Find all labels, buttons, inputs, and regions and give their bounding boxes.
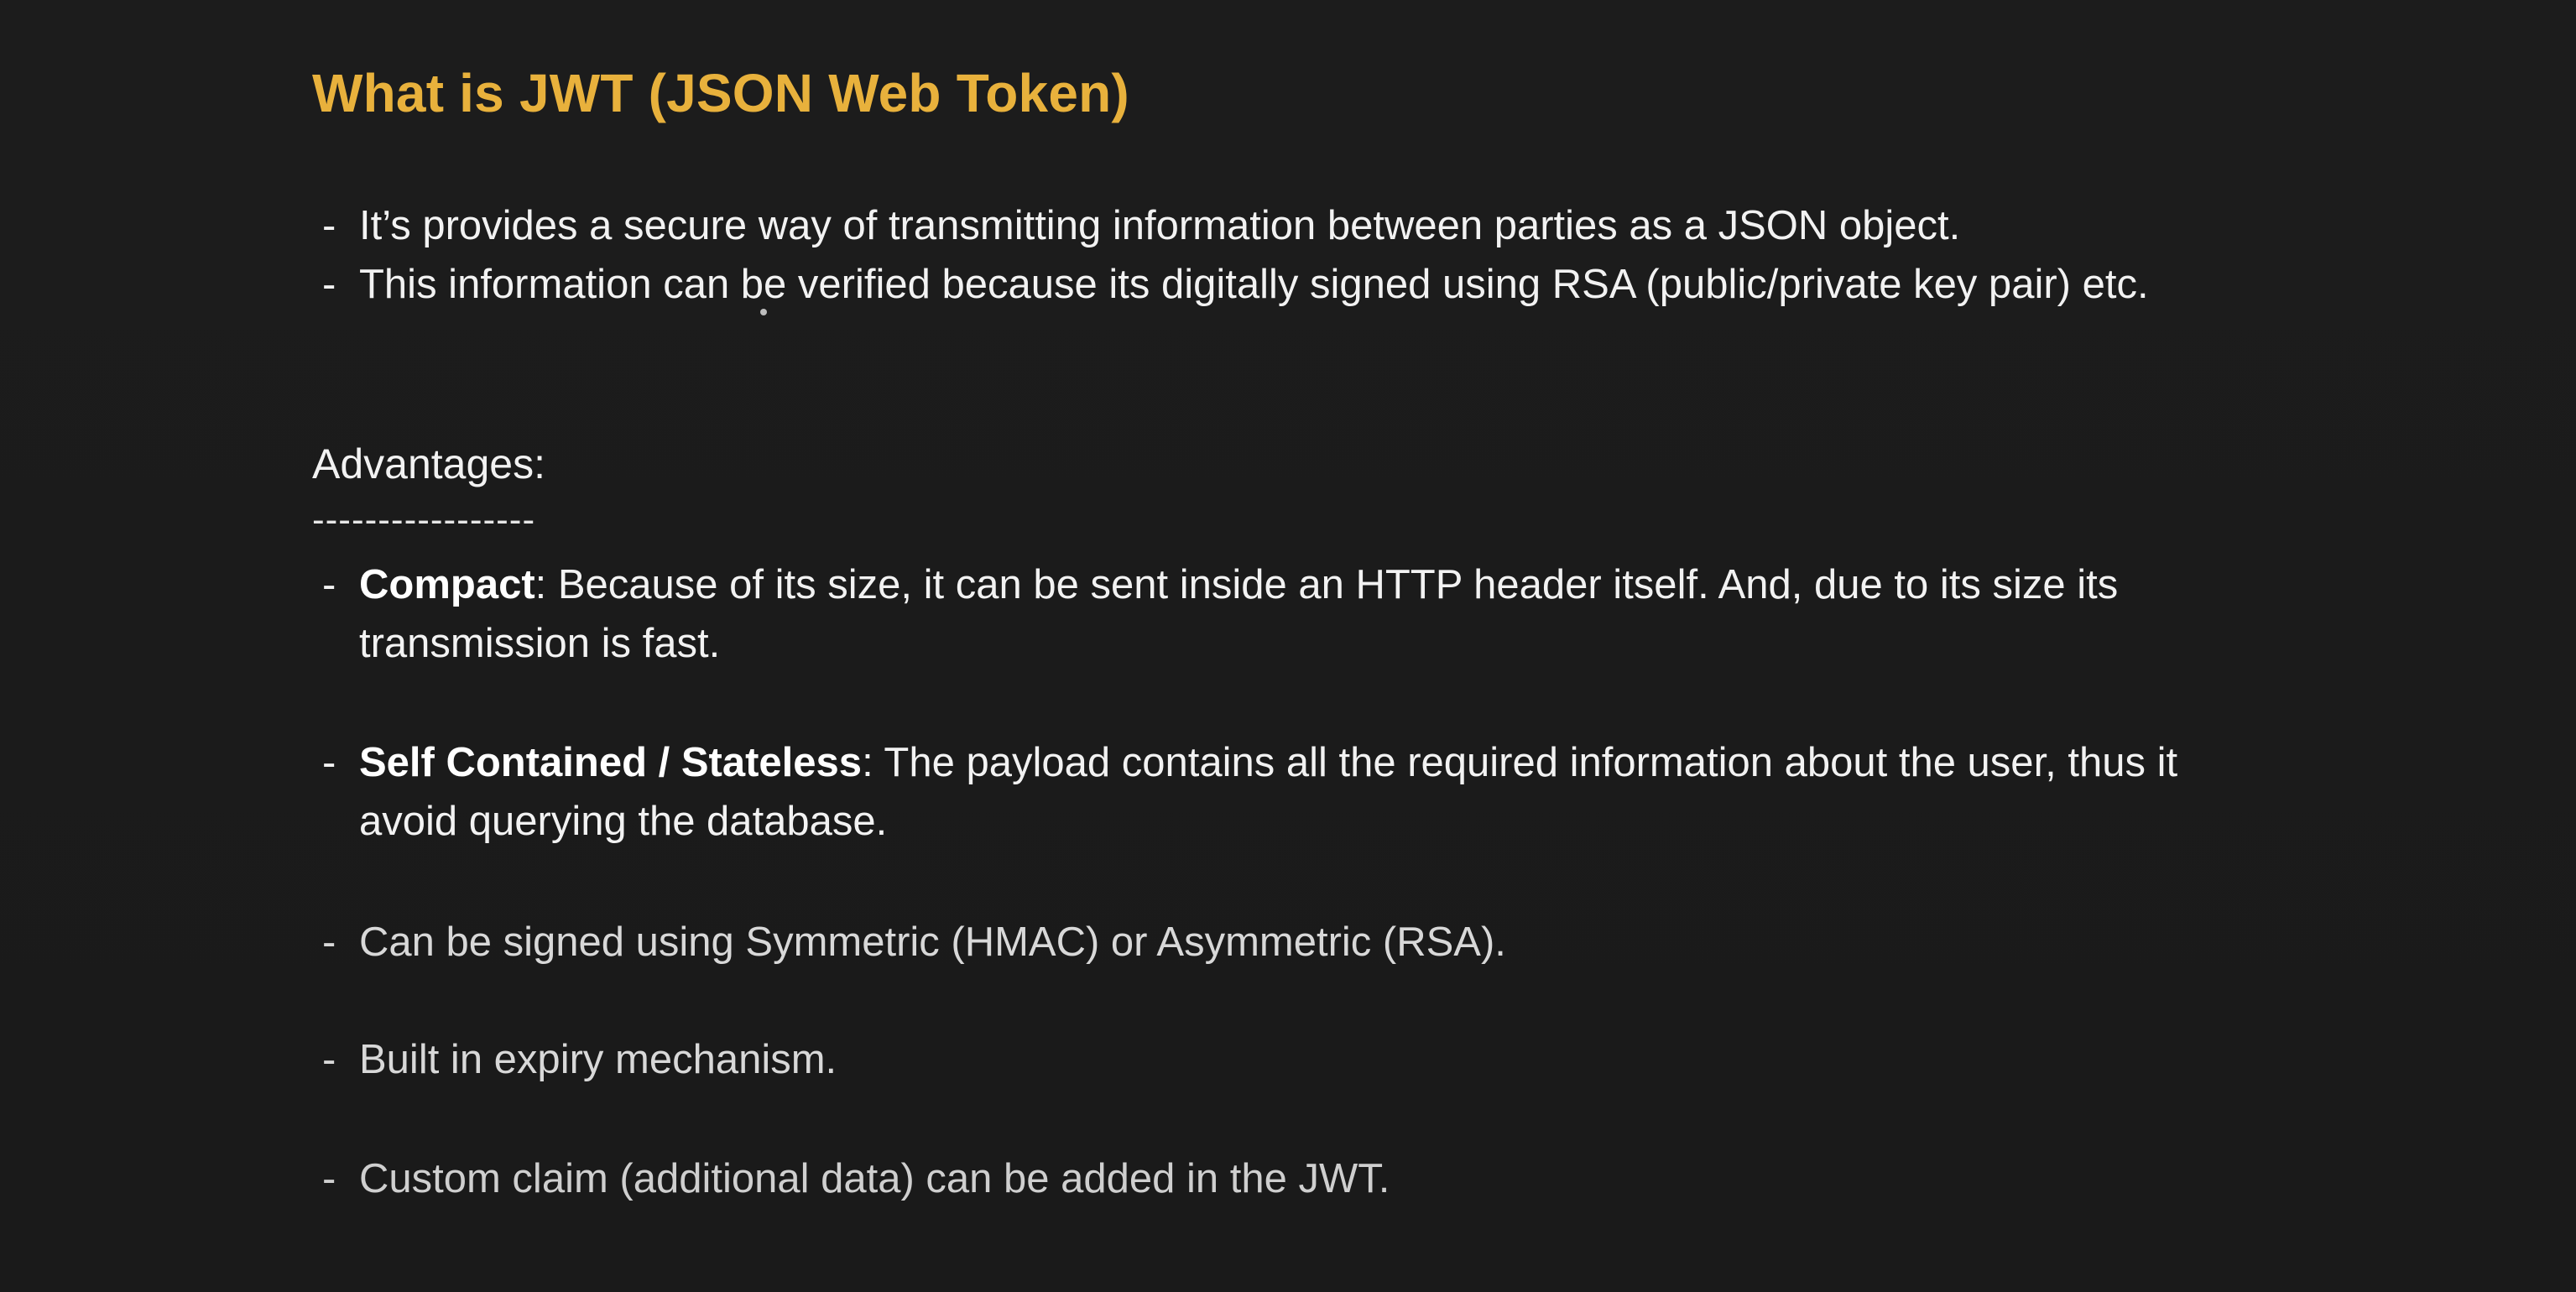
advantage-item-signing: - Can be signed using Symmetric (HMAC) o… — [322, 913, 2453, 972]
advantages-heading: Advantages: — [312, 440, 545, 487]
advantage-item-compact: - Compact: Because of its size, it can b… — [322, 555, 2453, 673]
bullet-dash: - — [322, 1156, 336, 1201]
bullet-dash: - — [322, 562, 336, 607]
advantage-item-self-contained: - Self Contained / Stateless: The payloa… — [322, 733, 2453, 851]
advantage-line: Compact: Because of its size, it can be … — [359, 555, 2453, 614]
advantage-text: Custom claim (additional data) can be ad… — [359, 1156, 1390, 1201]
bullet-dash: - — [322, 1037, 336, 1082]
advantages-underline: ----------------- — [312, 499, 536, 540]
intro-bullet: - This information can be verified becau… — [322, 255, 2437, 314]
advantage-line-continued: transmission is fast. — [359, 621, 721, 666]
bullet-dash: - — [322, 203, 336, 248]
slide-canvas: What is JWT (JSON Web Token) - It’s prov… — [0, 0, 2576, 1292]
intro-bullet-text: It’s provides a secure way of transmitti… — [359, 203, 1961, 248]
slide-title: What is JWT (JSON Web Token) — [312, 63, 1129, 123]
advantage-term: Self Contained / Stateless — [359, 740, 863, 785]
advantage-line: Self Contained / Stateless: The payload … — [359, 733, 2453, 792]
advantage-item-custom-claim: - Custom claim (additional data) can be … — [322, 1149, 2453, 1208]
intro-bullet: - It’s provides a secure way of transmit… — [322, 196, 2437, 255]
mouse-pointer-dot — [760, 309, 767, 315]
bullet-dash: - — [322, 740, 336, 785]
intro-bullet-list: - It’s provides a secure way of transmit… — [322, 196, 2437, 314]
advantage-line-continued: avoid querying the database. — [359, 799, 888, 844]
advantage-item-expiry: - Built in expiry mechanism. — [322, 1030, 2453, 1089]
advantage-text: Can be signed using Symmetric (HMAC) or … — [359, 920, 1506, 965]
advantage-text: : Because of its size, it can be sent in… — [534, 562, 2119, 607]
bullet-dash: - — [322, 920, 336, 965]
advantage-term: Compact — [359, 562, 535, 607]
advantage-text: : The payload contains all the required … — [862, 740, 2178, 785]
intro-bullet-text: This information can be verified because… — [359, 262, 2149, 307]
bullet-dash: - — [322, 262, 336, 307]
advantage-text: Built in expiry mechanism. — [359, 1037, 837, 1082]
